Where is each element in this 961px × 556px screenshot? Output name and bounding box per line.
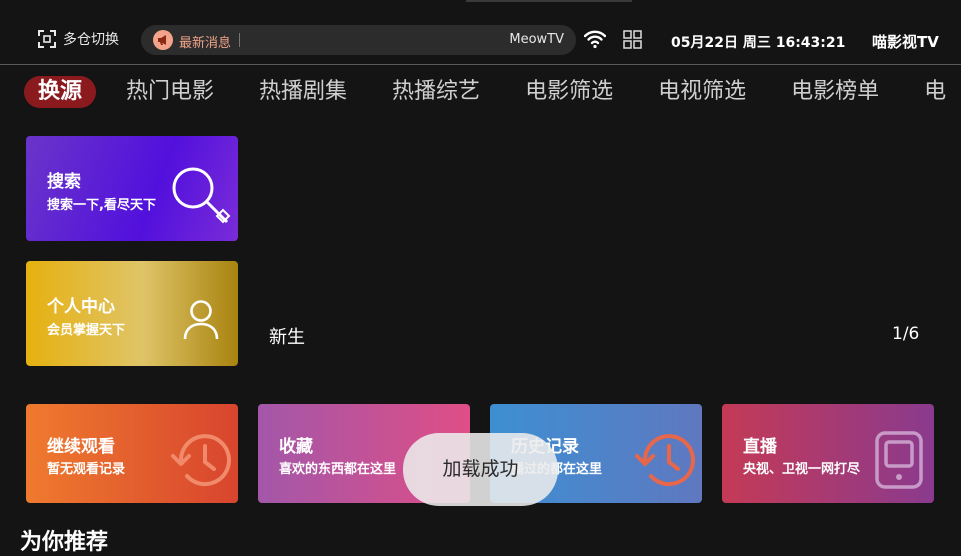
banner-page-indicator: 1/6 [892,324,920,344]
category-tabs: 换源 热门电影 热播剧集 热播综艺 电影筛选 电视筛选 电影榜单 电 [24,76,961,108]
news-brand: MeowTV [509,32,564,47]
favorites-card-title: 收藏 [279,437,313,457]
news-cursor [239,33,240,47]
warehouse-switch-button[interactable]: 多仓切换 [37,29,119,49]
tab-hot-movies[interactable]: 热门电影 [126,76,214,108]
search-card[interactable]: 搜索 搜索一下,看尽天下 [26,136,238,241]
tab-movie-filter[interactable]: 电影筛选 [525,76,613,108]
news-label: 最新消息 [179,36,232,51]
megaphone-icon [153,30,173,50]
user-card-title: 个人中心 [47,297,115,317]
search-card-title: 搜索 [47,172,81,192]
tab-hot-series[interactable]: 热播剧集 [259,76,347,108]
continue-card-title: 继续观看 [47,437,115,457]
history-icon [635,434,695,487]
tab-movie-ranking[interactable]: 电影榜单 [791,76,879,108]
user-card-subtitle: 会员掌握天下 [47,323,126,338]
toast-message: 加载成功 [403,433,558,506]
user-icon [183,300,219,340]
continue-card-subtitle: 暂无观看记录 [47,462,126,477]
tab-tv-filter[interactable]: 电视筛选 [658,76,746,108]
switch-icon [38,30,56,48]
search-icon [172,167,231,224]
favorites-card-subtitle: 喜欢的东西都在这里 [279,462,397,477]
tab-more[interactable]: 电 [924,76,946,108]
live-tv-card[interactable]: 直播 央视、卫视一网打尽 [722,404,934,503]
continue-watching-card[interactable]: 继续观看 暂无观看记录 [26,404,238,503]
user-center-card[interactable]: 个人中心 会员掌握天下 [26,261,238,366]
tab-change-source[interactable]: 换源 [24,76,97,108]
history-clock-icon [171,434,231,487]
news-ticker[interactable]: 最新消息 MeowTV [141,25,576,55]
apps-grid-icon[interactable] [623,30,642,49]
search-card-subtitle: 搜索一下,看尽天下 [47,198,156,213]
datetime: 05月22日 周三 16:43:21 [671,35,846,51]
wifi-icon [584,30,606,49]
live-card-subtitle: 央视、卫视一网打尽 [743,462,861,477]
top-bar: 多仓切换 最新消息 MeowTV 05月22日 周三 16:43:21 喵影视T… [0,0,961,65]
app-name: 喵影视TV [872,33,939,51]
tab-hot-variety[interactable]: 热播综艺 [392,76,480,108]
tv-icon [875,431,923,489]
switch-label: 多仓切换 [63,32,119,48]
section-title-recommended: 为你推荐 [20,530,109,555]
live-card-title: 直播 [743,437,777,457]
banner-title: 新生 [269,327,305,348]
